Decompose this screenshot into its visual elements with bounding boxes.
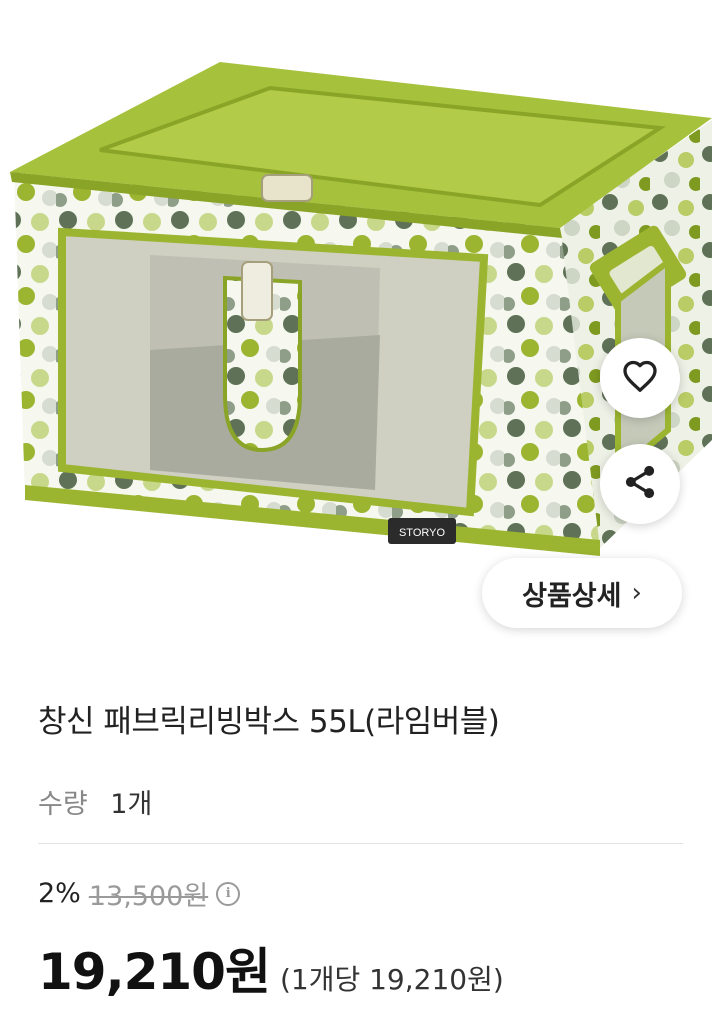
chevron-right-icon: › (631, 578, 642, 608)
brand-tag: STORYO (399, 527, 445, 539)
unit-price: (1개당 19,210원) (279, 963, 504, 996)
product-detail-label: 상품상세 (522, 580, 622, 612)
fabric-storage-box-illustration: STORYO (10, 62, 712, 556)
product-title: 창신 패브릭리빙박스 55L(라임버블) (38, 704, 500, 740)
original-price: 13,500원 (88, 881, 209, 912)
heart-icon (622, 359, 658, 397)
like-button[interactable] (600, 338, 680, 418)
info-icon[interactable]: i (216, 881, 241, 906)
quantity-row: 수량 1개 (38, 782, 152, 821)
divider (38, 843, 683, 844)
price-row: 19,210원 (1개당 19,210원) (38, 932, 504, 1004)
quantity-value: 1개 (110, 789, 153, 820)
discount-row: 2% 13,500원 i (38, 874, 241, 913)
sale-price: 19,210원 (38, 943, 271, 1001)
product-detail-button[interactable]: 상품상세 › (482, 558, 682, 628)
share-icon (624, 465, 656, 503)
product-image[interactable]: STORYO (0, 0, 715, 648)
discount-rate: 2% (38, 878, 81, 909)
quantity-label: 수량 (38, 789, 88, 820)
share-button[interactable] (600, 444, 680, 524)
